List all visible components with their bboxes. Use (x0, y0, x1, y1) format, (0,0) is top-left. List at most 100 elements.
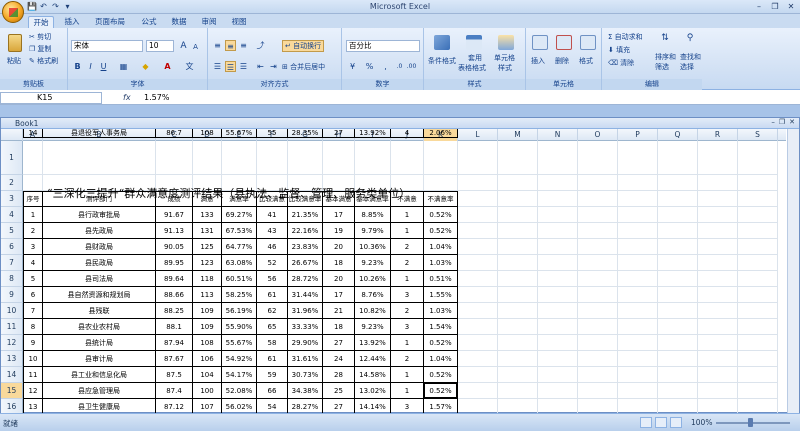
grow-font-button[interactable]: A (178, 41, 189, 52)
table-cell[interactable]: 67.53% (222, 223, 257, 239)
table-header-cell[interactable]: 比较满意 (257, 191, 288, 207)
find-select-button[interactable]: 查找和 (680, 52, 701, 62)
fill-button[interactable]: ⬇ 填充 (608, 45, 630, 55)
column-header-o[interactable]: O (578, 129, 618, 141)
table-cell[interactable]: 1.57% (424, 399, 458, 414)
border-icon[interactable]: ▦ (118, 61, 129, 72)
table-cell[interactable]: 13 (23, 399, 43, 414)
italic-button[interactable]: I (85, 61, 96, 72)
table-header-cell[interactable]: 满意率 (222, 191, 257, 207)
table-cell[interactable]: 0.52% (424, 367, 458, 383)
table-cell[interactable]: 1 (391, 271, 424, 287)
table-cell[interactable]: 63.08% (222, 255, 257, 271)
table-cell[interactable]: 109 (193, 319, 222, 335)
column-header-n[interactable]: N (538, 129, 578, 141)
table-cell[interactable]: 27 (323, 399, 355, 414)
table-cell[interactable]: 9.23% (355, 319, 391, 335)
table-cell[interactable]: 66 (257, 383, 288, 399)
tab-formulas[interactable]: 公式 (138, 16, 160, 28)
table-cell[interactable]: 10.36% (355, 239, 391, 255)
row-header-12[interactable]: 12 (1, 335, 23, 351)
number-format-select[interactable]: 百分比 (346, 40, 420, 52)
align-right-icon[interactable]: ☰ (238, 61, 249, 72)
increase-indent-icon[interactable]: ⇥ (268, 61, 279, 72)
page-layout-view-button[interactable] (655, 417, 667, 428)
table-cell[interactable]: 12 (23, 383, 43, 399)
department-cell[interactable]: 县民政局 (43, 255, 156, 271)
table-cell[interactable]: 10 (23, 351, 43, 367)
underline-button[interactable]: U (98, 61, 109, 72)
table-cell[interactable]: 1.55% (424, 287, 458, 303)
row-header-3[interactable]: 3 (1, 191, 23, 207)
table-cell[interactable]: 2 (391, 239, 424, 255)
department-cell[interactable]: 县财政局 (43, 239, 156, 255)
table-cell[interactable]: 1 (391, 207, 424, 223)
table-cell[interactable]: 1 (23, 207, 43, 223)
table-cell[interactable]: 1 (391, 383, 424, 399)
table-cell[interactable]: 61 (257, 351, 288, 367)
table-cell[interactable]: 30.73% (288, 367, 323, 383)
table-cell[interactable]: 2 (391, 255, 424, 271)
row-header-7[interactable]: 7 (1, 255, 23, 271)
zoom-slider[interactable] (716, 422, 790, 424)
table-cell[interactable]: 24 (323, 351, 355, 367)
department-cell[interactable]: 县自然资源和规划局 (43, 287, 156, 303)
workbook-close-button[interactable]: ✕ (789, 118, 795, 126)
normal-view-button[interactable] (640, 417, 652, 428)
conditional-format-icon[interactable] (434, 35, 450, 50)
table-cell[interactable]: 28.27% (288, 399, 323, 414)
table-cell[interactable]: 20 (323, 239, 355, 255)
table-cell[interactable]: 17 (323, 287, 355, 303)
table-cell[interactable]: 11 (23, 367, 43, 383)
table-cell[interactable]: 2.06% (424, 129, 458, 138)
table-cell[interactable]: 118 (193, 271, 222, 287)
row-header-13[interactable]: 13 (1, 351, 23, 367)
table-cell[interactable]: 87.12 (156, 399, 193, 414)
row-header-6[interactable]: 6 (1, 239, 23, 255)
table-cell[interactable]: 0.52% (424, 335, 458, 351)
table-cell[interactable]: 113 (193, 287, 222, 303)
table-header-cell[interactable]: 序号 (23, 191, 43, 207)
table-cell[interactable]: 21 (323, 303, 355, 319)
table-cell[interactable]: 106 (193, 351, 222, 367)
comma-button[interactable]: , (380, 61, 391, 72)
row-header-10[interactable]: 10 (1, 303, 23, 319)
table-header-cell[interactable]: 比较满意率 (288, 191, 323, 207)
copy-button[interactable]: ❐ 复制 (29, 44, 52, 54)
table-header-cell[interactable]: 基本满意率 (355, 191, 391, 207)
table-cell[interactable]: 64.77% (222, 239, 257, 255)
table-cell[interactable]: 41 (257, 207, 288, 223)
autosum-button[interactable]: Σ 自动求和 (608, 32, 643, 42)
table-cell[interactable]: 33.33% (288, 319, 323, 335)
table-cell[interactable]: 90.05 (156, 239, 193, 255)
shrink-font-button[interactable]: A (190, 42, 201, 53)
column-header-r[interactable]: R (698, 129, 738, 141)
table-cell[interactable]: 87.4 (156, 383, 193, 399)
department-cell[interactable]: 县行政审批局 (43, 207, 156, 223)
table-cell[interactable]: 1.04% (424, 239, 458, 255)
table-cell[interactable]: 28.35% (288, 129, 323, 138)
table-cell[interactable]: 10.82% (355, 303, 391, 319)
table-cell[interactable]: 13.92% (355, 335, 391, 351)
table-cell[interactable]: 1.54% (424, 319, 458, 335)
vertical-scrollbar[interactable] (787, 129, 799, 414)
table-cell[interactable]: 133 (193, 207, 222, 223)
table-cell[interactable]: 59 (257, 367, 288, 383)
row-header-5[interactable]: 5 (1, 223, 23, 239)
row-header-9[interactable]: 9 (1, 287, 23, 303)
table-cell[interactable]: 21.35% (288, 207, 323, 223)
department-cell[interactable]: 县卫生健康局 (43, 399, 156, 414)
table-cell[interactable]: 55.90% (222, 319, 257, 335)
table-cell[interactable]: 8.85% (355, 207, 391, 223)
table-cell[interactable]: 4 (23, 255, 43, 271)
increase-decimal-icon[interactable]: .0 (394, 61, 405, 72)
department-cell[interactable]: 县农业农村局 (43, 319, 156, 335)
decrease-indent-icon[interactable]: ⇤ (255, 61, 266, 72)
spreadsheet-grid[interactable]: ABCDEFGHIJKLMNOPQRS 1 2 3 4 5 6 7 8 9 10 11 12 13 14 1… (1, 129, 786, 414)
name-box[interactable]: K15 (0, 92, 102, 104)
row-header-14[interactable]: 14 (1, 367, 23, 383)
table-cell[interactable]: 1 (391, 335, 424, 351)
table-cell[interactable]: 104 (193, 367, 222, 383)
table-cell[interactable]: 1 (391, 367, 424, 383)
page-break-view-button[interactable] (670, 417, 682, 428)
